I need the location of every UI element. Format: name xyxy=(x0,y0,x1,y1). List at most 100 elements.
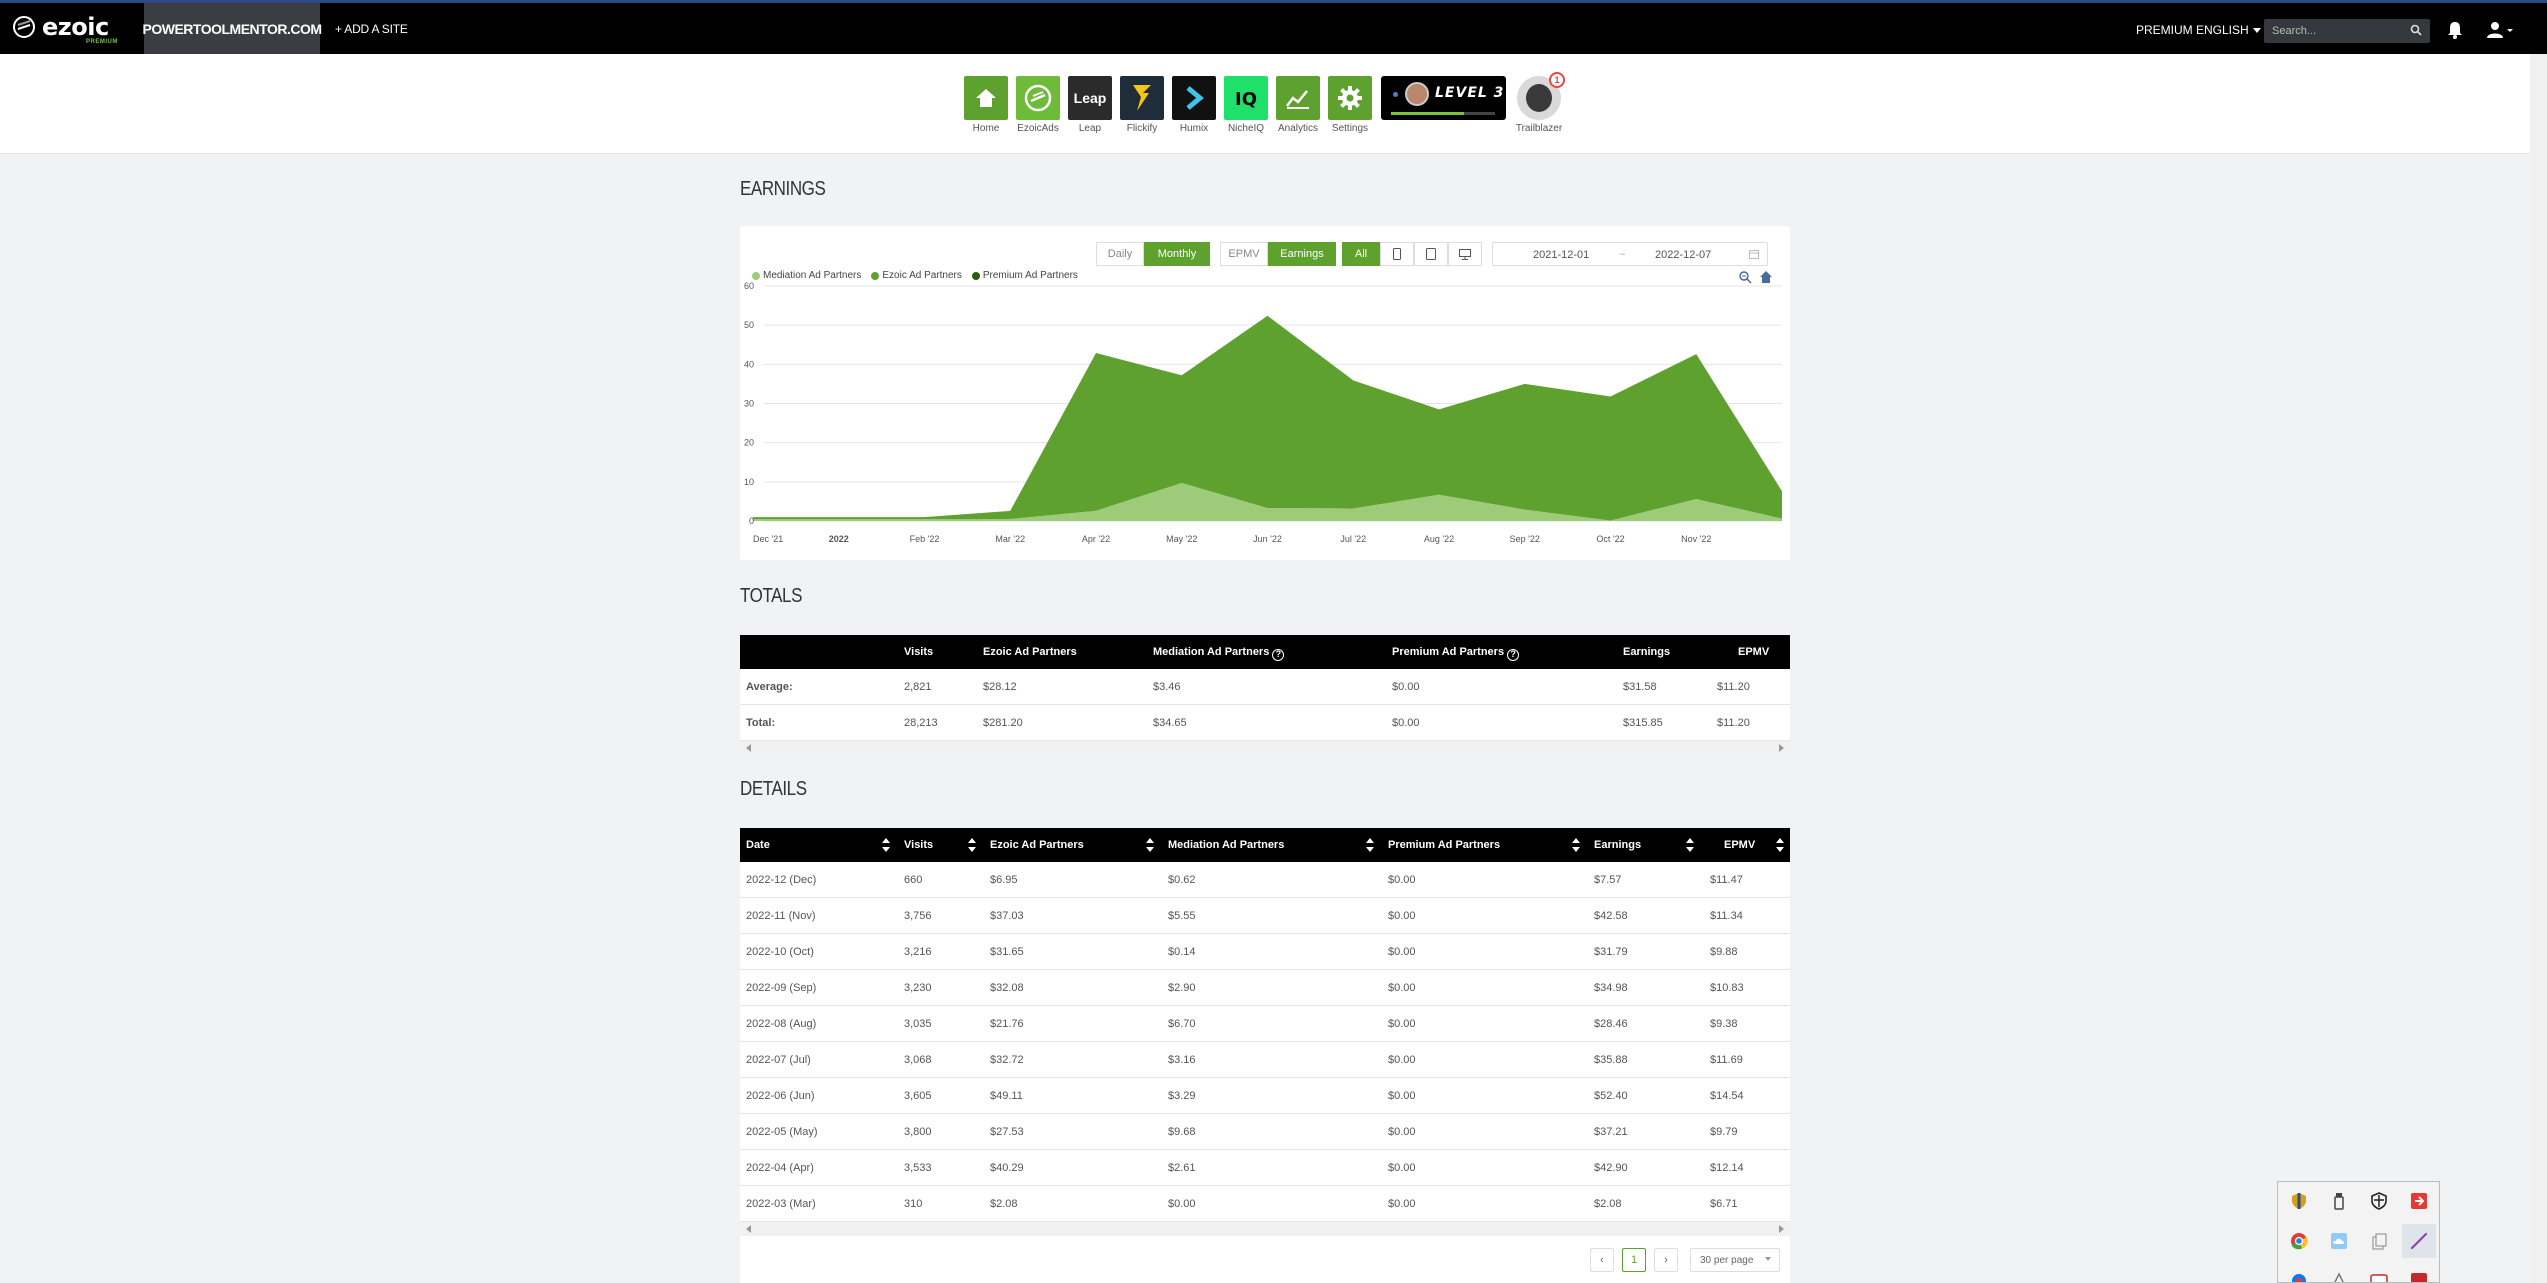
zoom-icon[interactable] xyxy=(1738,270,1752,284)
help-icon[interactable]: ? xyxy=(1272,649,1285,661)
prev-page-button[interactable]: ‹ xyxy=(1590,1248,1614,1272)
premium-link[interactable]: PREMIUM xyxy=(2136,23,2193,37)
language-dropdown[interactable]: ENGLISH xyxy=(2196,23,2261,37)
legend-item[interactable]: Ezoic Ad Partners xyxy=(871,270,962,281)
per-page-select[interactable]: 30 per page xyxy=(1690,1248,1780,1272)
pen-icon[interactable] xyxy=(2410,1232,2428,1250)
app-flickify[interactable]: Flickify xyxy=(1120,76,1164,134)
app-icon[interactable] xyxy=(2370,1272,2388,1283)
table-cell: 2022-07 (Jul) xyxy=(746,1054,811,1066)
sort-icon[interactable] xyxy=(1146,838,1154,852)
chart-tools xyxy=(1738,270,1773,287)
scroll-right-icon[interactable] xyxy=(1779,1225,1784,1233)
level-badge[interactable]: LEVEL 3 xyxy=(1381,76,1506,120)
security-icon[interactable] xyxy=(2370,1192,2388,1210)
table-cell: $0.62 xyxy=(1168,874,1196,886)
scroll-left-icon[interactable] xyxy=(746,1225,751,1233)
legend-item[interactable]: Mediation Ad Partners xyxy=(752,270,861,281)
app-humix[interactable]: Humix xyxy=(1172,76,1216,134)
table-cell: $5.55 xyxy=(1168,910,1196,922)
y-tick-label: 60 xyxy=(744,281,754,291)
search-icon[interactable] xyxy=(2410,24,2422,36)
column-header[interactable]: Date xyxy=(746,839,770,851)
column-header[interactable]: Earnings xyxy=(1594,839,1641,851)
table-header: Visits Ezoic Ad Partners Mediation Ad Pa… xyxy=(740,635,1790,669)
epmv-button[interactable]: EPMV xyxy=(1220,242,1268,266)
app-tile xyxy=(964,76,1008,120)
app-leap[interactable]: Leap Leap xyxy=(1068,76,1112,134)
next-page-button[interactable]: › xyxy=(1654,1248,1678,1272)
page-1-button[interactable]: 1 xyxy=(1622,1248,1646,1272)
phone-button[interactable] xyxy=(1380,242,1414,266)
row-label: Total: xyxy=(746,717,776,729)
y-tick-label: 50 xyxy=(744,320,754,330)
table-cell: $0.00 xyxy=(1388,1090,1416,1102)
sort-icon[interactable] xyxy=(882,838,890,852)
acrobat-icon[interactable] xyxy=(2410,1272,2428,1283)
calendar-icon[interactable] xyxy=(1749,249,1759,259)
area-series-ezoic-ad-partners[interactable] xyxy=(753,315,1782,521)
search-box[interactable] xyxy=(2264,19,2430,43)
cloud-icon[interactable] xyxy=(2330,1232,2348,1250)
all-devices-button[interactable]: All xyxy=(1342,242,1380,266)
sort-icon[interactable] xyxy=(1776,838,1784,852)
page-scrollbar[interactable] xyxy=(2531,54,2547,1283)
y-tick-label: 30 xyxy=(744,399,754,409)
sort-icon[interactable] xyxy=(1366,838,1374,852)
date-end[interactable]: 2022-12-07 xyxy=(1655,249,1711,261)
red-app-icon[interactable] xyxy=(2410,1192,2428,1210)
scroll-right-icon[interactable] xyxy=(1779,744,1784,752)
horizontal-scrollbar[interactable] xyxy=(740,741,1790,754)
tablet-button[interactable] xyxy=(1414,242,1448,266)
earnings-heading: EARNINGS xyxy=(740,178,826,200)
copy-icon[interactable] xyxy=(2370,1232,2388,1250)
monthly-button[interactable]: Monthly xyxy=(1144,242,1210,266)
add-site-link[interactable]: + ADD A SITE xyxy=(335,22,408,36)
language-label: ENGLISH xyxy=(2196,23,2249,37)
column-header[interactable]: Premium Ad Partners xyxy=(1388,839,1500,851)
shield-icon[interactable] xyxy=(2290,1192,2308,1210)
legend-item[interactable]: Premium Ad Partners xyxy=(971,270,1078,281)
x-tick-label: Oct '22 xyxy=(1596,534,1624,544)
chevron-down-icon xyxy=(1765,1257,1771,1261)
daily-button[interactable]: Daily xyxy=(1096,242,1144,266)
date-range-picker[interactable]: 2021-12-01 ~ 2022-12-07 xyxy=(1492,242,1768,266)
chrome-icon[interactable] xyxy=(2290,1232,2308,1250)
app-home[interactable]: Home xyxy=(964,76,1008,134)
table-cell: $6.95 xyxy=(990,874,1018,886)
current-site-tab[interactable]: POWERTOOLMENTOR.COM xyxy=(143,3,322,54)
app-icon[interactable] xyxy=(2330,1272,2348,1283)
scroll-left-icon[interactable] xyxy=(746,744,751,752)
horizontal-scrollbar[interactable] xyxy=(740,1222,1790,1235)
earnings-button[interactable]: Earnings xyxy=(1268,242,1336,266)
sort-icon[interactable] xyxy=(1686,838,1694,852)
date-start[interactable]: 2021-12-01 xyxy=(1533,249,1589,261)
reset-zoom-home-icon[interactable] xyxy=(1759,270,1773,284)
usb-icon[interactable] xyxy=(2330,1192,2348,1210)
app-icon[interactable] xyxy=(2290,1272,2308,1283)
trailblazer-badge[interactable]: 1 Trailblazer xyxy=(1514,72,1565,134)
bell-icon[interactable] xyxy=(2447,21,2463,39)
pagination: ‹ 1 › 30 per page xyxy=(740,1236,1790,1283)
column-header: Premium Ad Partners? xyxy=(1392,646,1520,661)
column-header[interactable]: EPMV xyxy=(1724,839,1755,851)
app-analytics[interactable]: Analytics xyxy=(1276,76,1320,134)
app-settings[interactable]: Settings xyxy=(1328,76,1372,134)
app-tile: IQ xyxy=(1224,76,1268,120)
desktop-button[interactable] xyxy=(1448,242,1482,266)
search-input[interactable] xyxy=(2264,19,2404,43)
column-header[interactable]: Visits xyxy=(904,839,933,851)
app-ezoicads[interactable]: EzoicAds xyxy=(1016,76,1060,134)
table-cell: 3,800 xyxy=(904,1126,932,1138)
y-tick-label: 20 xyxy=(744,438,754,448)
avatar xyxy=(1405,82,1429,106)
column-header[interactable]: Mediation Ad Partners xyxy=(1168,839,1284,851)
sort-icon[interactable] xyxy=(968,838,976,852)
legend-label: Mediation Ad Partners xyxy=(763,270,862,281)
help-icon[interactable]: ? xyxy=(1507,649,1520,661)
app-nicheiq[interactable]: IQ NicheIQ xyxy=(1224,76,1268,134)
user-menu[interactable] xyxy=(2487,21,2513,42)
ezoic-logo[interactable]: ezoic PREMIUM xyxy=(12,11,130,47)
column-header[interactable]: Ezoic Ad Partners xyxy=(990,839,1084,851)
sort-icon[interactable] xyxy=(1572,838,1580,852)
